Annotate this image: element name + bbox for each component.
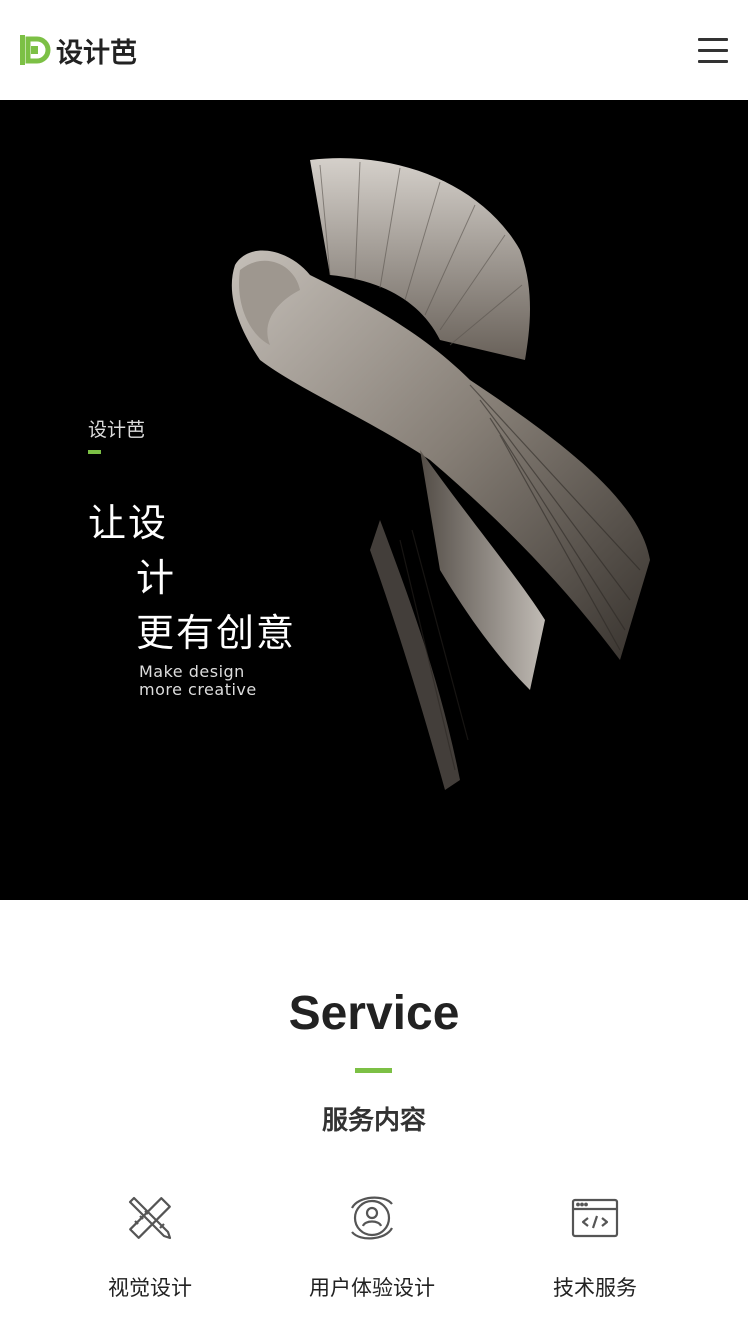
hero-headline-2: 计 xyxy=(136,556,177,600)
hero-tagline-2: more creative xyxy=(139,680,257,699)
pencil-ruler-icon xyxy=(128,1196,172,1240)
service-item-visual-design[interactable]: 视觉设计 xyxy=(50,1190,250,1302)
service-item-tech-service[interactable]: 技术服务 xyxy=(495,1190,695,1302)
logo-d-icon xyxy=(20,35,51,65)
hero-accent-bar xyxy=(88,450,101,454)
user-profile-icon xyxy=(351,1196,393,1240)
service-label: 技术服务 xyxy=(553,1276,637,1300)
code-window-icon xyxy=(571,1198,619,1238)
service-item-ux-design[interactable]: 用户体验设计 xyxy=(272,1190,472,1302)
service-title: Service xyxy=(288,987,460,1040)
hero-banner: 设计芭 让设 计 更有创意 Make design more creative xyxy=(0,100,748,900)
hero-brand: 设计芭 xyxy=(88,419,146,441)
hero-headline-1: 让设 xyxy=(88,501,169,545)
service-divider xyxy=(355,1068,392,1073)
header: 设计芭 xyxy=(0,0,748,100)
hamburger-menu-icon[interactable] xyxy=(698,36,728,64)
logo[interactable]: 设计芭 xyxy=(18,30,137,70)
logo-text: 设计芭 xyxy=(56,37,137,69)
service-subtitle: 服务内容 xyxy=(321,1106,426,1136)
hero-tagline-1: Make design xyxy=(139,662,245,681)
service-label: 用户体验设计 xyxy=(309,1276,435,1300)
hero-headline-3: 更有创意 xyxy=(136,611,297,655)
service-label: 视觉设计 xyxy=(108,1276,192,1300)
